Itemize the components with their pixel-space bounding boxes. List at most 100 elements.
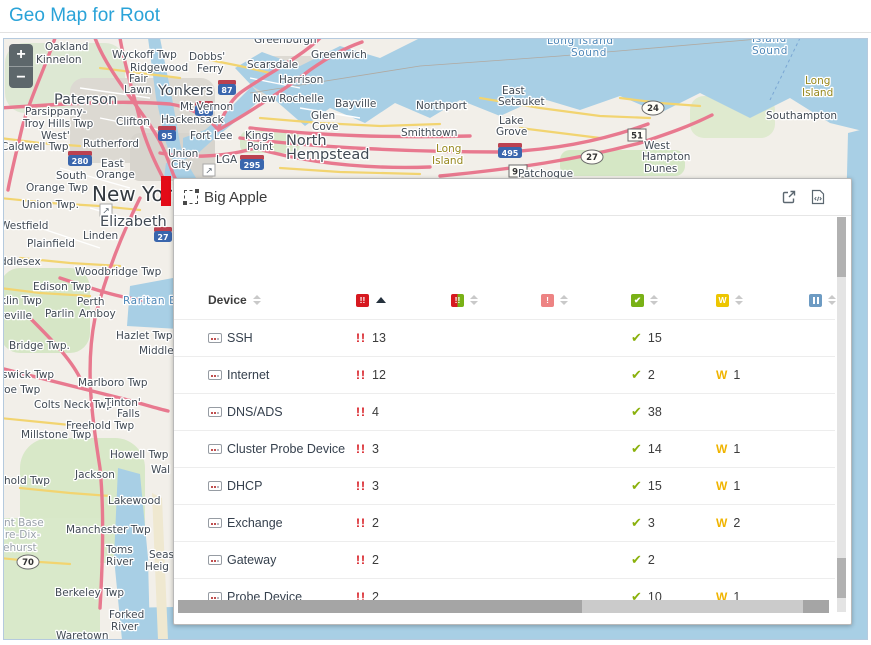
map-label: roe Twp	[0, 384, 41, 396]
map-label: Seas	[149, 549, 174, 561]
map-label: Manchester Twp	[66, 524, 151, 536]
device-name-link[interactable]: Cluster Probe Device	[227, 442, 345, 456]
down-count: 12	[372, 368, 386, 382]
route-shield: 95	[158, 126, 176, 141]
route-shield: 24	[642, 101, 664, 115]
map-label: Harrison	[279, 74, 323, 86]
device-table: SSH!!13✔15Internet!!12✔2W1DNS/ADS!!4✔38C…	[174, 319, 835, 603]
map-label: Parlin	[45, 308, 74, 320]
geo-map[interactable]: 878095280295495272451277097↗↗ OaklandKin…	[0, 38, 871, 641]
device-name-link[interactable]: SSH	[227, 331, 253, 345]
column-header-down[interactable]: !!	[356, 281, 386, 319]
map-label: ire-Dix-	[2, 529, 40, 541]
map-label: New Rochelle	[253, 93, 324, 105]
table-row[interactable]: Internet!!12✔2W1	[174, 356, 835, 393]
external-link-icon[interactable]	[781, 189, 797, 205]
warning-count: 2	[733, 516, 740, 530]
map-label: Hazlet Twp	[116, 330, 173, 342]
map-label: South	[56, 170, 87, 182]
svg-text:280: 280	[72, 157, 89, 166]
column-header-paused[interactable]	[809, 281, 836, 319]
up-count: 2	[648, 553, 655, 567]
horizontal-scrollbar-thumb[interactable]	[178, 600, 582, 613]
device-name-link[interactable]: Gateway	[227, 553, 276, 567]
table-row[interactable]: Exchange!!2✔3W2	[174, 504, 835, 541]
map-label: Dunes	[644, 163, 677, 175]
svg-text:95: 95	[161, 132, 173, 141]
map-label: Hempstead	[286, 147, 369, 163]
map-label: hold Twp	[4, 475, 50, 487]
column-header-down-acknowledged[interactable]: !	[541, 281, 568, 319]
device-name-link[interactable]: Internet	[227, 368, 269, 382]
map-label: Woodbridge Twp	[75, 266, 162, 278]
up-glyph: ✔	[631, 478, 642, 494]
map-label: Howell Twp	[110, 449, 169, 461]
map-label: Orange	[96, 169, 135, 181]
map-label: Island	[432, 155, 463, 167]
sort-icon[interactable]	[735, 295, 743, 305]
table-row[interactable]: SSH!!13✔15	[174, 319, 835, 356]
sort-icon[interactable]	[650, 295, 658, 305]
map-label: Hackensack	[161, 114, 225, 126]
html-code-icon[interactable]	[811, 189, 825, 205]
map-label: Wyckoff Twp	[112, 49, 177, 61]
warning-glyph: W	[716, 442, 727, 456]
svg-text:27: 27	[586, 153, 598, 163]
table-row[interactable]: DNS/ADS!!4✔38	[174, 393, 835, 430]
map-label: Lawn	[124, 84, 152, 96]
device-icon	[208, 481, 222, 491]
column-header-label: Device	[208, 293, 247, 307]
geo-map-marker[interactable]	[161, 176, 171, 206]
device-name-link[interactable]: DHCP	[227, 479, 262, 493]
table-row[interactable]: Gateway!!2✔2	[174, 541, 835, 578]
map-label: Island	[802, 87, 833, 99]
svg-text:87: 87	[221, 86, 232, 95]
column-header-up[interactable]: ✔	[631, 281, 658, 319]
table-row[interactable]: DHCP!!3✔15W1	[174, 467, 835, 504]
down-count: 2	[372, 516, 379, 530]
geo-map-popup: Big Apple Device!!!!!✔W SSH!!13✔15Intern…	[173, 178, 852, 625]
down-glyph: !!	[356, 405, 366, 419]
map-label: Wal	[151, 464, 170, 476]
vertical-scrollbar-thumb[interactable]	[837, 558, 846, 598]
map-label: Oakland	[45, 41, 88, 53]
down-count: 2	[372, 553, 379, 567]
route-shield: 295	[240, 155, 264, 170]
column-header-device[interactable]: Device	[208, 281, 261, 319]
horizontal-scrollbar[interactable]	[178, 600, 829, 613]
sort-icon[interactable]	[828, 295, 836, 305]
zoom-out-button[interactable]: −	[9, 66, 33, 88]
map-label: River	[111, 621, 139, 633]
up-count: 15	[648, 479, 662, 493]
map-zoom-control: + −	[9, 44, 33, 88]
map-label: Point	[247, 141, 273, 153]
up-count: 3	[648, 516, 655, 530]
map-label: Long	[436, 143, 461, 155]
sort-icon[interactable]	[253, 295, 261, 305]
vertical-scrollbar[interactable]	[837, 217, 846, 612]
map-label: Plainfield	[27, 238, 75, 250]
map-label: Hampton	[642, 151, 690, 163]
up-glyph: ✔	[631, 367, 642, 383]
device-name-link[interactable]: Exchange	[227, 516, 283, 530]
scrollbar-corner	[803, 600, 829, 613]
device-name-link[interactable]: DNS/ADS	[227, 405, 283, 419]
map-label: Forked	[109, 609, 144, 621]
map-label: Scarsdale	[247, 59, 298, 71]
sort-icon[interactable]	[470, 295, 478, 305]
map-label: Caldwell Twp	[1, 141, 69, 153]
down-count: 3	[372, 442, 379, 456]
route-shield: ↗	[203, 164, 215, 176]
map-label: Orange Twp	[26, 182, 88, 194]
sort-icon[interactable]	[560, 295, 568, 305]
map-label: ehurst	[3, 542, 37, 554]
zoom-in-button[interactable]: +	[9, 44, 33, 66]
route-shield: 87	[218, 80, 236, 95]
table-row[interactable]: Cluster Probe Device!!3✔14W1	[174, 430, 835, 467]
map-label: Greenwich	[311, 49, 367, 61]
map-label: Kinnelon	[36, 54, 82, 66]
column-header-warning[interactable]: W	[716, 281, 743, 319]
vertical-scrollbar-thumb[interactable]	[837, 217, 846, 277]
map-label: swick Twp	[2, 369, 54, 381]
column-header-down-partial[interactable]: !!	[451, 281, 478, 319]
